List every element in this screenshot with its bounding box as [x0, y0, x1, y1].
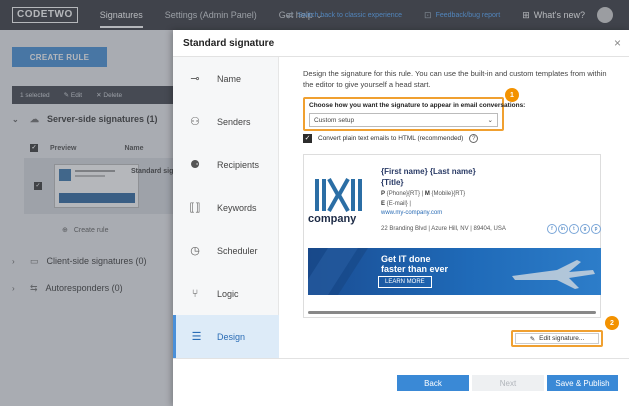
close-icon[interactable]: ×	[614, 36, 621, 50]
signature-preview: company {First name} {Last name} {Title}…	[303, 154, 601, 318]
edit-signature-button[interactable]: ✎ Edit signature...	[515, 333, 599, 344]
preview-scrollbar[interactable]	[308, 311, 596, 314]
conversation-select[interactable]: Custom setup ⌄	[309, 113, 498, 127]
edit-signature-label: Edit signature...	[539, 335, 585, 342]
company-logo-text: company	[308, 213, 357, 225]
sidebar-item-senders[interactable]: ⚇ Senders	[173, 100, 279, 143]
banner-line-2: faster than ever	[381, 264, 449, 274]
design-icon: ☰	[191, 331, 202, 343]
sidebar-item-label: Scheduler	[217, 245, 258, 256]
sidebar-item-name[interactable]: ⊸ Name	[173, 57, 279, 100]
step-badge-1: 1	[505, 88, 519, 102]
convert-label: Convert plain text emails to HTML (recom…	[318, 135, 464, 142]
modal-sidebar: ⊸ Name ⚇ Senders ⚈ Recipients ⟦⟧ Keyword…	[173, 57, 279, 358]
chevron-down-icon: ⌄	[487, 117, 493, 124]
sidebar-item-keywords[interactable]: ⟦⟧ Keywords	[173, 186, 279, 229]
design-description: Design the signature for this rule. You …	[303, 69, 607, 89]
rule-modal: Standard signature × ⊸ Name ⚇ Senders ⚈ …	[173, 30, 629, 406]
recipients-icon: ⚈	[190, 159, 200, 171]
twitter-icon: t	[569, 224, 579, 234]
keywords-icon: ⟦⟧	[189, 202, 201, 214]
sidebar-item-label: Name	[217, 73, 242, 84]
design-content: Design the signature for this rule. You …	[303, 68, 619, 347]
sig-email-line: E {E-mail} |	[381, 201, 411, 207]
sidebar-item-label: Design	[217, 331, 246, 342]
convert-checkbox[interactable]: ✓	[303, 134, 312, 143]
scheduler-icon: ◷	[190, 245, 200, 257]
logic-icon: ⑂	[191, 287, 199, 300]
modal-footer: Back Next Save & Publish	[173, 358, 629, 406]
name-icon: ⊸	[190, 73, 200, 85]
help-icon[interactable]: ?	[469, 134, 479, 143]
save-publish-button[interactable]: Save & Publish	[547, 375, 618, 391]
sidebar-item-label: Senders	[217, 116, 251, 127]
sidebar-item-recipients[interactable]: ⚈ Recipients	[173, 143, 279, 186]
sidebar-item-label: Logic	[217, 288, 239, 299]
conversation-setup-box: Choose how you want the signature to app…	[303, 97, 526, 131]
sidebar-item-label: Keywords	[217, 202, 257, 213]
pinterest-icon: p	[591, 224, 601, 234]
social-icons: f in t g p	[547, 224, 601, 234]
sidebar-item-design[interactable]: ☰ Design	[173, 315, 279, 358]
edit-signature-highlight: ✎ Edit signature...	[511, 330, 603, 347]
sig-name: {First name} {Last name}	[381, 167, 476, 176]
jet-icon	[512, 260, 595, 289]
learn-more-button: LEARN MORE	[378, 276, 432, 288]
modal-title: Standard signature	[183, 38, 275, 49]
next-button[interactable]: Next	[472, 375, 544, 391]
select-value: Custom setup	[314, 116, 355, 124]
sig-title: {Title}	[381, 178, 404, 187]
sig-website: www.my-company.com	[381, 210, 443, 216]
convert-option: ✓ Convert plain text emails to HTML (rec…	[303, 134, 479, 143]
banner-headline: Get IT done faster than ever	[381, 254, 448, 274]
sidebar-item-scheduler[interactable]: ◷ Scheduler	[173, 229, 279, 272]
sig-address: 22 Branding Blvd | Azure Hill, NV | 8940…	[381, 226, 506, 232]
sig-phone-line: P {Phone}{RT} | M {Mobile}{RT}	[381, 191, 466, 197]
facebook-icon: f	[547, 224, 557, 234]
signature-details: {First name} {Last name} {Title} P {Phon…	[381, 167, 476, 216]
google-icon: g	[580, 224, 590, 234]
banner-line-1: Get IT done	[381, 254, 431, 264]
sidebar-item-logic[interactable]: ⑂ Logic	[173, 272, 279, 315]
back-button[interactable]: Back	[397, 375, 469, 391]
senders-icon: ⚇	[190, 116, 200, 128]
sidebar-item-label: Recipients	[217, 159, 260, 170]
linkedin-icon: in	[558, 224, 568, 234]
choose-label: Choose how you want the signature to app…	[309, 102, 526, 109]
step-badge-2: 2	[605, 316, 619, 330]
signature-banner: Get IT done faster than ever LEARN MORE	[308, 248, 601, 295]
pencil-icon: ✎	[529, 335, 536, 343]
